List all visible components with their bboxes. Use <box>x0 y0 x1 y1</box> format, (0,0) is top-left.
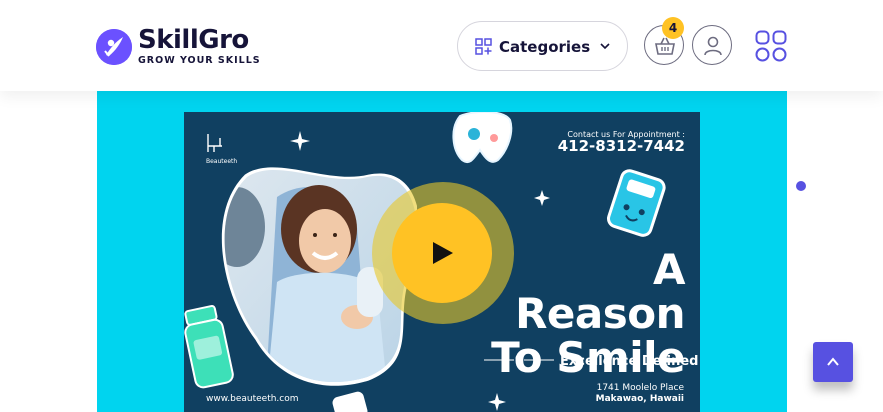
play-icon <box>433 242 453 264</box>
site-header: SkillGro GROW YOUR SKILLS Categories 4 <box>0 0 883 91</box>
poster-phone: 412-8312-7442 <box>557 137 685 155</box>
user-account-button[interactable] <box>692 25 732 65</box>
poster-subline: Excellence Defined <box>560 354 699 369</box>
play-video-button[interactable] <box>392 203 492 303</box>
poster-address-line2: Makawao, Hawaii <box>595 394 684 404</box>
cart-count-badge: 4 <box>662 17 684 39</box>
categories-label: Categories <box>499 38 591 56</box>
categories-grid-icon <box>475 38 492 55</box>
chevron-up-icon <box>827 357 839 366</box>
chevron-down-icon <box>600 43 610 50</box>
logo-icon <box>96 29 132 65</box>
logo-text: SkillGro GROW YOUR SKILLS <box>138 27 261 67</box>
categories-button[interactable]: Categories <box>457 21 628 71</box>
page: SkillGro GROW YOUR SKILLS Categories 4 B… <box>0 0 883 412</box>
site-logo[interactable]: SkillGro GROW YOUR SKILLS <box>96 27 261 67</box>
poster-address: 1741 Moolelo Place Makawao, Hawaii <box>596 383 684 405</box>
poster-website: www.beauteeth.com <box>206 394 299 404</box>
basket-icon <box>655 37 675 55</box>
logo-name: SkillGro <box>138 25 249 55</box>
menu-grid-icon[interactable] <box>755 30 787 62</box>
user-icon <box>704 36 722 56</box>
logo-tagline: GROW YOUR SKILLS <box>138 55 261 66</box>
scroll-to-top-button[interactable] <box>813 342 853 382</box>
decorative-dot <box>796 181 806 191</box>
poster-brand: Beauteeth <box>206 158 238 165</box>
poster-address-line1: 1741 Moolelo Place <box>596 383 684 393</box>
